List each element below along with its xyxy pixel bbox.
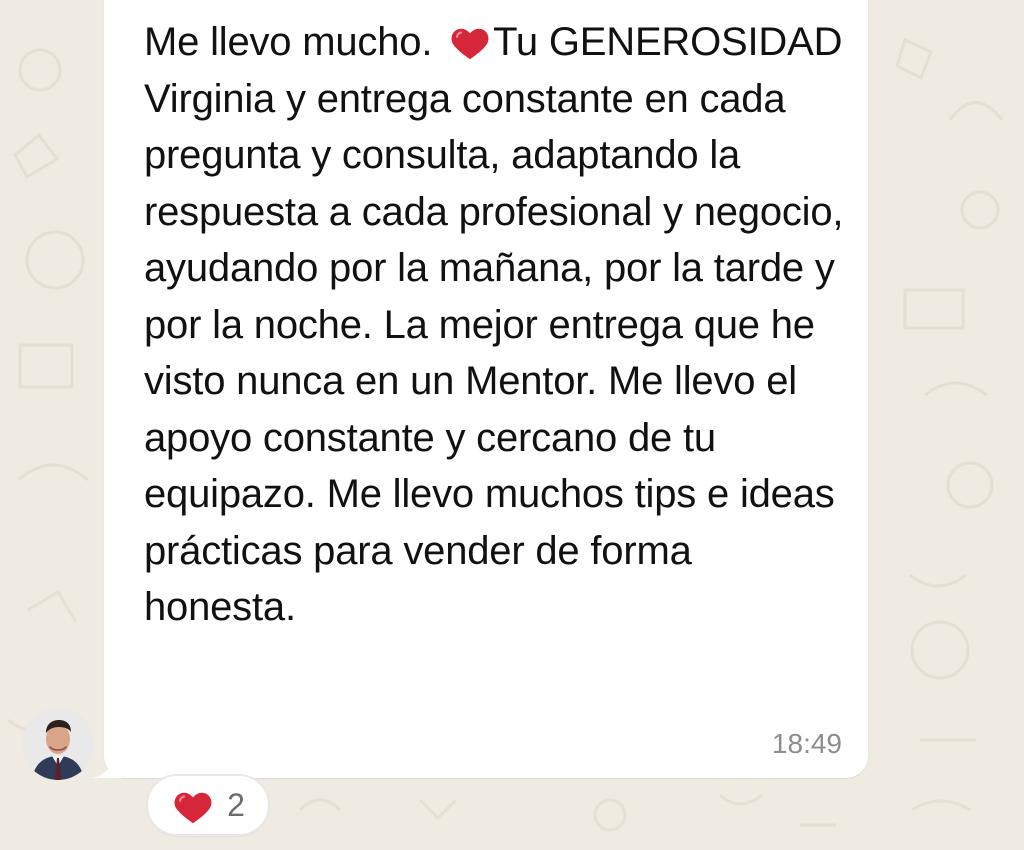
message-timestamp: 18:49 bbox=[771, 728, 842, 759]
red-heart-icon bbox=[451, 28, 489, 60]
message-bubble[interactable]: Me llevo mucho. Tu GENEROSIDAD Virginia … bbox=[104, 0, 868, 778]
red-heart-icon bbox=[174, 792, 212, 824]
message-bubble-tail bbox=[92, 752, 122, 778]
reaction-count: 2 bbox=[227, 787, 245, 823]
message-text: Me llevo mucho. Tu GENEROSIDAD Virginia … bbox=[144, 20, 855, 629]
reaction-pill[interactable]: 2 bbox=[146, 774, 270, 836]
sender-avatar[interactable] bbox=[22, 708, 94, 780]
